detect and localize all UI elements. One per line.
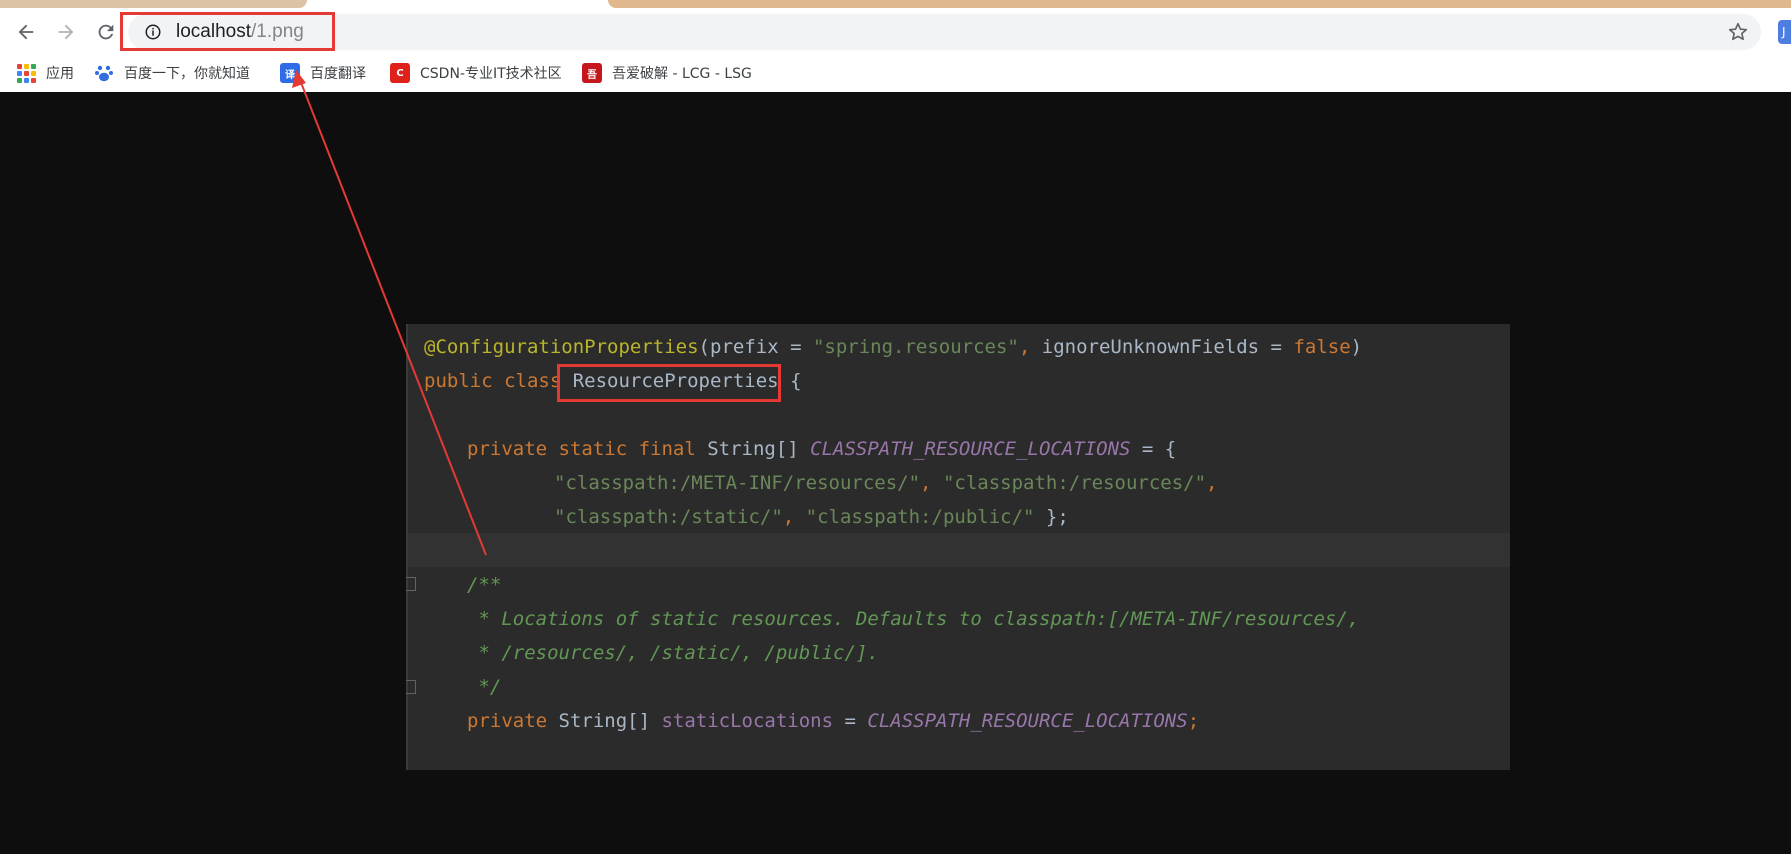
- bookmarks-bar: 应用 百度一下，你就知道 译 百度翻译 C CSDN-专业IT技术社区 吾 吾爱…: [0, 58, 1791, 92]
- fold-marker-icon: [406, 680, 416, 694]
- code-line-field-declaration: private String[] staticLocations = CLASS…: [467, 710, 1200, 732]
- bookmark-apps[interactable]: 应用: [16, 58, 74, 88]
- fold-marker-icon: [406, 577, 416, 591]
- code-line-constant-declaration: private static final String[] CLASSPATH_…: [467, 438, 1177, 460]
- bookmark-baidu-translate[interactable]: 译 百度翻译: [280, 58, 390, 88]
- bookmark-label: 百度翻译: [310, 66, 366, 82]
- bookmark-label: 百度一下，你就知道: [124, 66, 250, 82]
- code-line-string-values: "classpath:/META-INF/resources/", "class…: [554, 472, 1218, 494]
- code-line-annotation: @ConfigurationProperties(prefix = "sprin…: [424, 336, 1363, 358]
- doc-comment-text: * /resources/, /static/, /public/].: [467, 642, 879, 664]
- 52pojie-icon: 吾: [582, 63, 602, 83]
- reload-icon: [98, 24, 114, 40]
- class-name-highlight-box: [557, 364, 781, 402]
- arrow-left-icon: [18, 24, 34, 40]
- back-button[interactable]: [8, 14, 44, 50]
- bookmark-label: CSDN-专业IT技术社区: [420, 66, 562, 82]
- doc-comment-close: */: [467, 676, 502, 698]
- bookmark-star-icon[interactable]: [1727, 21, 1749, 43]
- baidu-paw-icon: [94, 63, 114, 83]
- extension-icon[interactable]: J: [1778, 20, 1791, 44]
- bookmark-label: 应用: [46, 66, 74, 82]
- browser-tab[interactable]: [0, 0, 307, 8]
- address-bar[interactable]: localhost/1.png: [128, 14, 1761, 50]
- bookmark-csdn[interactable]: C CSDN-专业IT技术社区: [390, 58, 564, 88]
- arrow-right-icon: [58, 24, 74, 40]
- bookmark-label: 吾爱破解 - LCG - LSG: [612, 66, 752, 82]
- bookmark-baidu[interactable]: 百度一下，你就知道: [94, 58, 264, 88]
- reload-button[interactable]: [88, 14, 124, 50]
- url-highlight-box: [120, 12, 335, 51]
- csdn-icon: C: [390, 63, 410, 83]
- bookmark-52pojie[interactable]: 吾 吾爱破解 - LCG - LSG: [582, 58, 754, 88]
- code-line-string-values: "classpath:/static/", "classpath:/public…: [554, 506, 1069, 528]
- apps-grid-icon: [16, 63, 36, 83]
- doc-comment-open: /**: [467, 574, 502, 596]
- forward-button[interactable]: [48, 14, 84, 50]
- browser-tab-active[interactable]: [608, 0, 1791, 8]
- current-line-highlight: [408, 533, 1510, 567]
- baidu-translate-icon: 译: [280, 63, 300, 83]
- doc-comment-text: * Locations of static resources. Default…: [467, 608, 1360, 630]
